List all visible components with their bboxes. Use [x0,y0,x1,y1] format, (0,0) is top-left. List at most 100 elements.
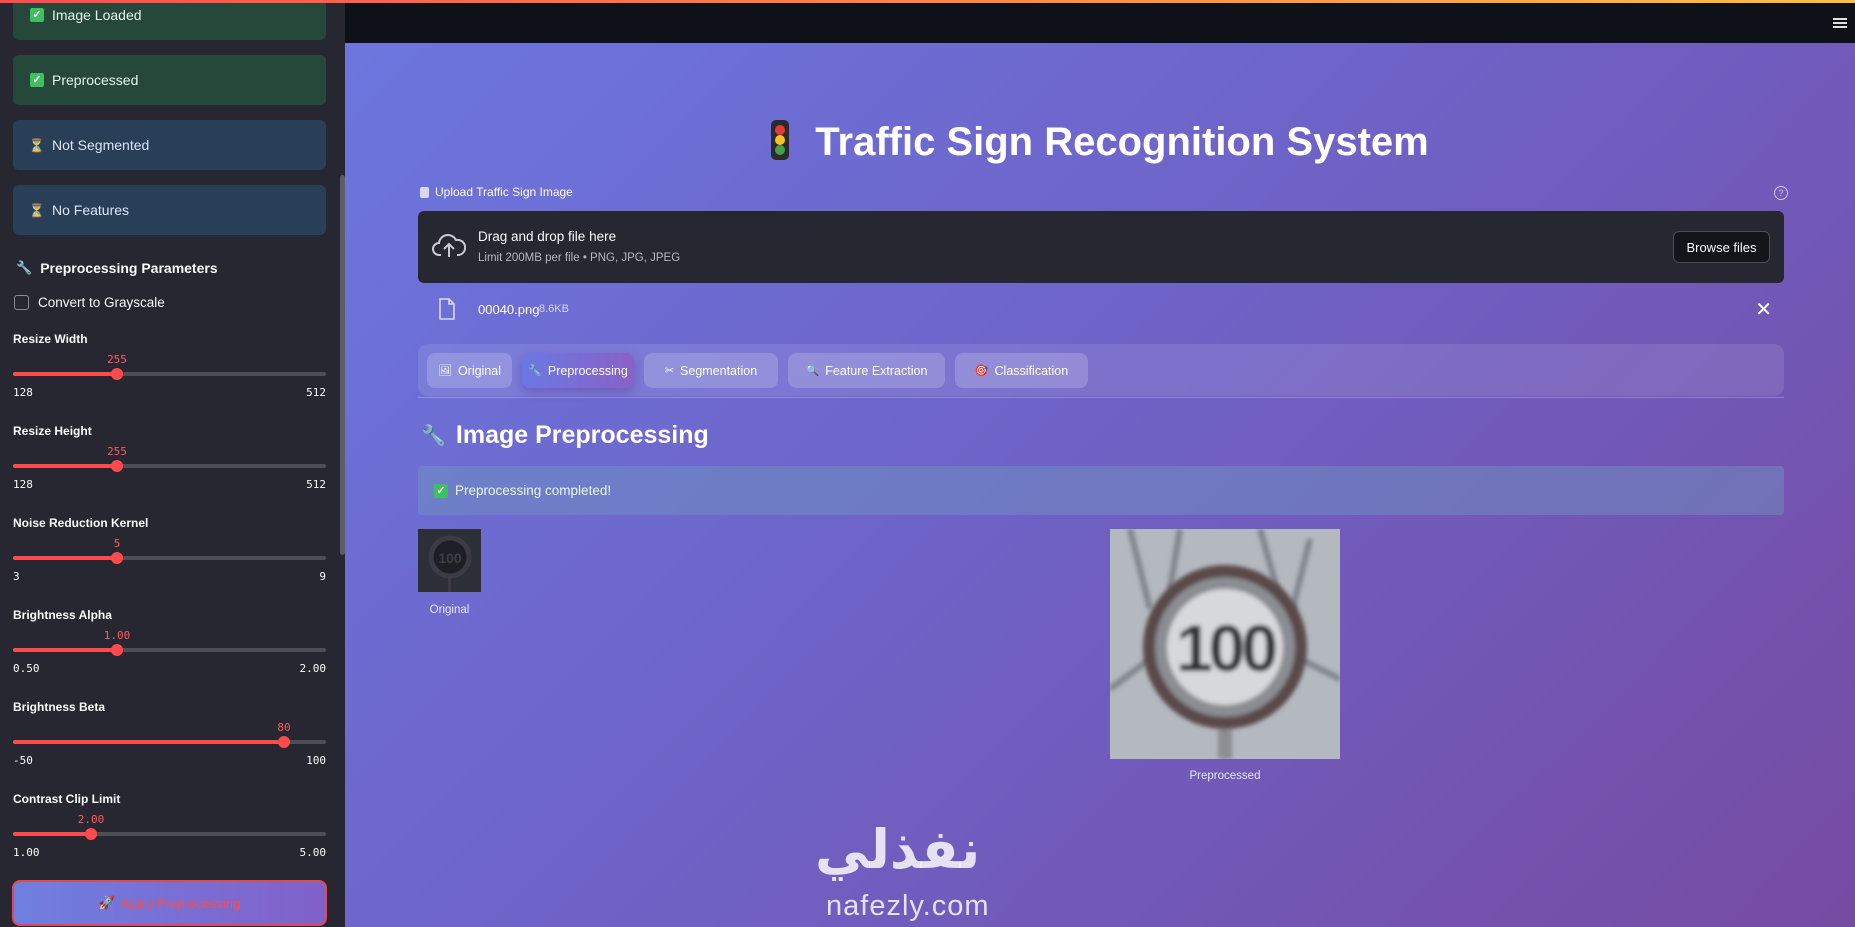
slider-value: 5 [113,537,121,550]
slider-contrast-clip[interactable]: Contrast Clip Limit 2.00 1.00 5.00 [13,792,327,859]
grayscale-checkbox-row[interactable]: Convert to Grayscale [14,295,165,310]
status-label: No Features [52,202,130,218]
slider-brightness-alpha[interactable]: Brightness Alpha 1.00 0.50 2.00 [13,608,327,675]
check-icon: ✓ [30,73,44,87]
app-header [345,0,1855,43]
tab-feature-extraction[interactable]: 🔍 Feature Extraction [788,353,945,388]
slider-label: Resize Width [13,332,88,346]
check-icon: ✓ [434,483,448,498]
dropzone-limit: Limit 200MB per file • PNG, JPG, JPEG [478,252,681,264]
original-caption: Original [429,604,470,616]
tab-classification[interactable]: 🎯 Classification [955,353,1088,388]
slider-label: Noise Reduction Kernel [13,516,149,530]
slider-max: 2.00 [299,662,327,675]
slider-min: 0.50 [13,662,40,675]
slider-max: 9 [319,570,326,583]
sidebar: ✓ Image Loaded ✓ Preprocessed ⏳ Not Segm… [0,0,345,927]
target-icon: 🎯 [974,365,989,377]
slider-thumb[interactable] [85,828,97,840]
tab-original[interactable]: 🖼 Original [427,353,512,388]
tab-preprocessing[interactable]: 🔧 Preprocessing [522,353,634,388]
slider-min: 1.00 [13,846,40,859]
preprocessed-caption: Preprocessed [1189,770,1261,782]
section-heading: 🔧 Image Preprocessing [421,421,709,449]
grayscale-label: Convert to Grayscale [38,295,165,310]
tab-underline [418,397,1784,398]
check-icon: ✓ [30,8,44,22]
slider-value: 255 [107,353,127,366]
slider-max: 512 [306,386,326,399]
slider-fill [13,464,117,468]
page-title: Traffic Sign Recognition System [345,120,1855,165]
watermark-logo-english: nafezly.com [826,890,990,922]
file-name: 00040.png [478,302,540,317]
hourglass-icon: ⏳ [28,137,46,153]
tab-segmentation[interactable]: ✂ Segmentation [644,353,778,388]
slider-thumb[interactable] [111,552,123,564]
svg-text:100: 100 [438,550,462,566]
slider-label: Resize Height [13,424,92,438]
top-decoration-strip [0,0,1855,3]
tab-bar: 🖼 Original 🔧 Preprocessing ✂ Segmentation 🔍… [418,344,1784,396]
main-content: Traffic Sign Recognition System Upload T… [345,0,1855,927]
cloud-upload-icon [432,234,466,257]
apply-preprocessing-button[interactable]: 🚀 Apply Preprocessing [12,880,327,926]
slider-fill [13,740,284,744]
file-dropzone[interactable]: Drag and drop file here Limit 200MB per … [418,211,1784,283]
slider-fill [13,556,117,560]
original-image: 100 [418,529,481,592]
slider-brightness-beta[interactable]: Brightness Beta 80 -50 100 [13,700,326,767]
slider-thumb[interactable] [111,368,123,380]
status-no-features: ⏳ No Features [13,185,326,235]
slider-max: 512 [306,478,326,491]
slider-label: Brightness Alpha [13,608,112,622]
status-label: Image Loaded [52,7,142,23]
slider-max: 5.00 [299,846,327,859]
grayscale-checkbox[interactable] [14,295,29,310]
hamburger-menu-icon[interactable] [1833,18,1847,29]
pushpin-icon [420,186,429,198]
slider-resize-height[interactable]: Resize Height 255 128 512 [13,424,326,491]
slider-fill [13,648,117,652]
wrench-icon: 🔧 [528,365,542,377]
uploaded-file-row: 00040.png 8.6KB ✕ [418,295,1784,325]
uploader-label: Upload Traffic Sign Image [420,185,573,199]
file-size: 8.6KB [539,303,569,315]
magnifier-icon: 🔍 [805,365,820,377]
slider-resize-width[interactable]: Resize Width 255 128 512 [13,332,326,399]
status-not-segmented: ⏳ Not Segmented [13,120,326,170]
rocket-icon: 🚀 [98,895,115,910]
slider-value: 2.00 [77,813,105,826]
success-alert: ✓ Preprocessing completed! [418,466,1784,515]
status-image-loaded: ✓ Image Loaded [13,0,326,40]
slider-noise-kernel[interactable]: Noise Reduction Kernel 5 3 9 [13,516,326,583]
slider-label: Brightness Beta [13,700,106,714]
traffic-light-icon [771,120,790,161]
slider-max: 100 [306,754,326,767]
hourglass-icon: ⏳ [28,202,46,218]
slider-min: -50 [13,754,33,767]
remove-file-icon[interactable]: ✕ [1755,297,1772,322]
slider-thumb[interactable] [278,736,290,748]
slider-fill [13,372,117,376]
slider-fill [13,832,91,836]
slider-min: 3 [13,570,20,583]
wrench-icon: 🔧 [16,260,33,275]
status-label: Not Segmented [52,137,150,153]
preprocessing-parameters-heading: 🔧 Preprocessing Parameters [16,260,218,276]
slider-value: 255 [107,445,127,458]
dropzone-title: Drag and drop file here [478,229,617,244]
slider-thumb[interactable] [111,644,123,656]
svg-text:100: 100 [1176,611,1275,685]
slider-thumb[interactable] [111,460,123,472]
help-icon[interactable]: ? [1774,186,1788,200]
browse-files-button[interactable]: Browse files [1673,231,1770,263]
slider-label: Contrast Clip Limit [13,792,121,806]
image-icon: 🖼 [437,365,452,377]
watermark-logo-arabic: نفذلي [815,818,981,881]
slider-min: 128 [13,478,33,491]
wrench-icon: 🔧 [421,425,446,447]
status-label: Preprocessed [52,72,139,88]
scissors-icon: ✂ [664,365,675,377]
slider-value: 80 [277,721,291,734]
